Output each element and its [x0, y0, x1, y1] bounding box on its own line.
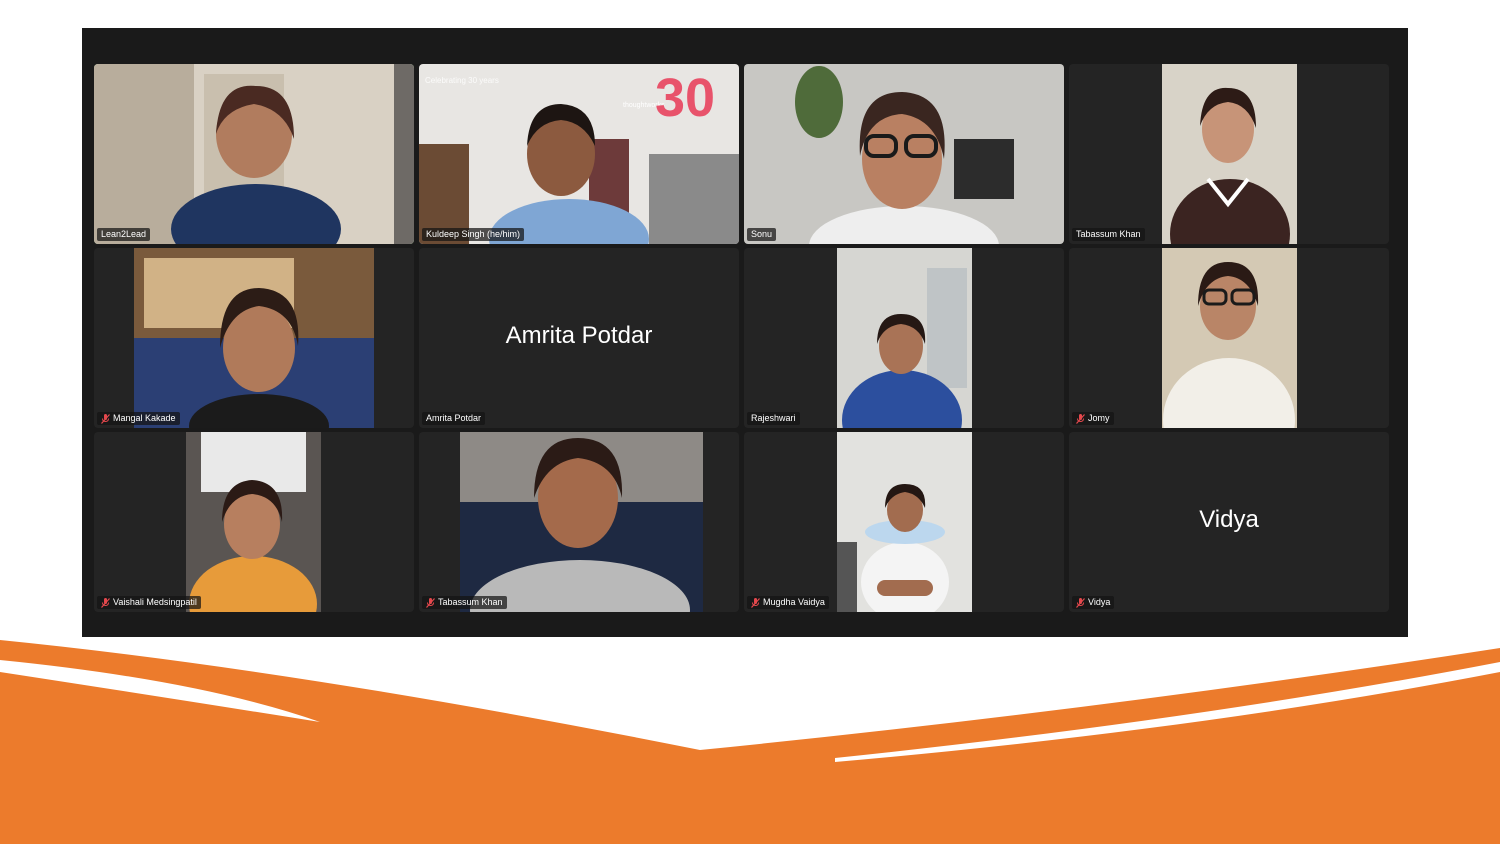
participant-video: [134, 248, 374, 428]
participant-tile-vaishali-medsingpatil[interactable]: Vaishali Medsingpatil: [94, 432, 414, 612]
participant-display-name: Vidya: [1199, 506, 1259, 533]
participant-video: [837, 432, 972, 612]
participant-name-tag: Rajeshwari: [747, 412, 800, 425]
participant-tile-mugdha-vaidya[interactable]: Mugdha Vaidya: [744, 432, 1064, 612]
participant-tile-amrita-potdar[interactable]: Amrita Potdar Amrita Potdar: [419, 248, 739, 428]
participant-video: [94, 64, 414, 244]
participant-name-tag: Amrita Potdar: [422, 412, 486, 425]
participant-tile-tabassum-khan-2[interactable]: Tabassum Khan: [419, 432, 739, 612]
participant-video: [744, 64, 1064, 244]
participant-tile-jomy[interactable]: Jomy: [1069, 248, 1389, 428]
participant-name-tag: Lean2Lead: [97, 228, 151, 241]
participant-name-tag: Jomy: [1072, 412, 1114, 425]
participant-tile-sonu[interactable]: Sonu: [744, 64, 1064, 244]
participant-video: [1162, 64, 1297, 244]
participant-tile-rajeshwari[interactable]: Rajeshwari: [744, 248, 1064, 428]
video-gallery-window: Lean2Lead Celebrating 30 years thoughtwo…: [82, 28, 1408, 637]
orange-wave-decoration: [0, 640, 1500, 844]
participant-video: [837, 248, 972, 428]
participant-tile-tabassum-khan-1[interactable]: Tabassum Khan: [1069, 64, 1389, 244]
thoughtworks-banner: Celebrating 30 years: [425, 76, 499, 85]
participant-name-tag: Sonu: [747, 228, 777, 241]
participant-name-tag: Mangal Kakade: [97, 412, 180, 425]
participant-video: [1162, 248, 1297, 428]
participant-display-name: Amrita Potdar: [505, 322, 653, 349]
participant-name-tag: Kuldeep Singh (he/him): [422, 228, 525, 241]
participant-tile-vidya[interactable]: Vidya Vidya: [1069, 432, 1389, 612]
muted-microphone-icon: [1076, 413, 1085, 424]
muted-microphone-icon: [101, 413, 110, 424]
participant-video: [460, 432, 703, 612]
participant-tile-mangal-kakade[interactable]: Mangal Kakade: [94, 248, 414, 428]
participant-name-tag: Tabassum Khan: [1072, 228, 1145, 241]
participant-tile-lean2lead[interactable]: Lean2Lead: [94, 64, 414, 244]
participant-tile-kuldeep-singh[interactable]: Celebrating 30 years thoughtworks 30 Kul…: [419, 64, 739, 244]
thirty-logo: 30: [655, 68, 716, 128]
participant-video: [186, 432, 321, 612]
